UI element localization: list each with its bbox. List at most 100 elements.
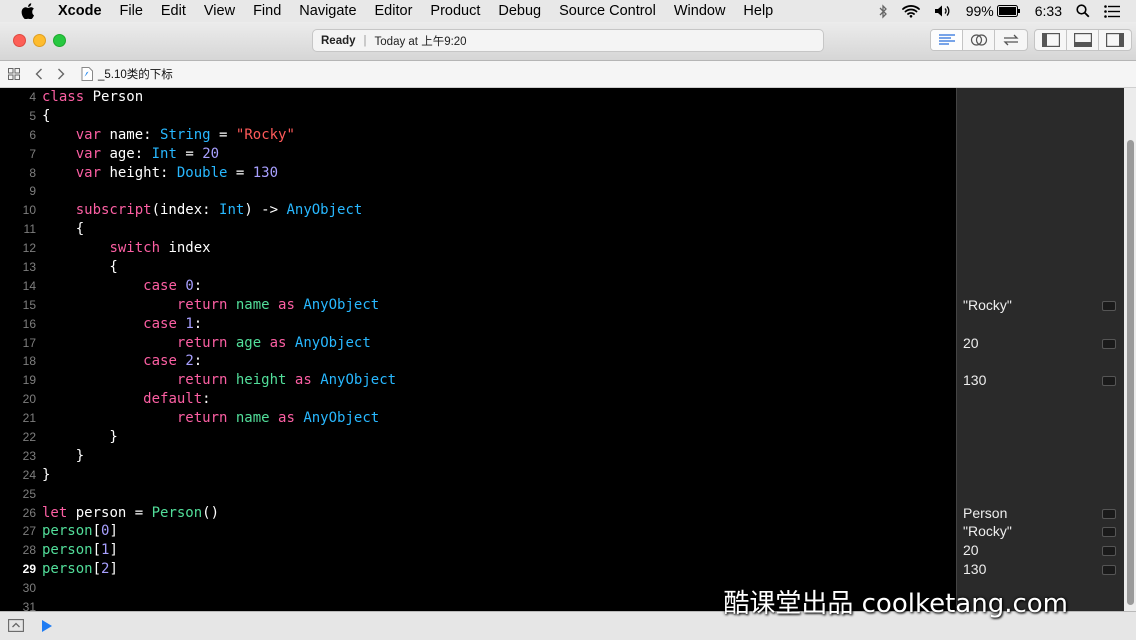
- menu-editor[interactable]: Editor: [366, 3, 422, 19]
- result-value[interactable]: 20: [963, 542, 979, 558]
- menu-debug[interactable]: Debug: [489, 3, 550, 19]
- result-value[interactable]: 20: [963, 335, 979, 351]
- code-token: 2: [185, 353, 194, 370]
- back-chevron-icon[interactable]: [28, 61, 50, 88]
- result-value[interactable]: "Rocky": [963, 523, 1012, 539]
- show-result-icon[interactable]: [1102, 338, 1116, 349]
- line-number: 30: [22, 581, 36, 596]
- spotlight-search-icon[interactable]: [1076, 4, 1090, 18]
- result-row: "Rocky": [957, 296, 1124, 315]
- code-line[interactable]: [42, 182, 396, 201]
- version-editor-button[interactable]: [995, 30, 1027, 50]
- code-token: [: [92, 523, 102, 540]
- show-result-icon[interactable]: [1102, 300, 1116, 311]
- code-token: default: [143, 391, 203, 408]
- volume-icon[interactable]: [934, 4, 952, 18]
- show-result-icon[interactable]: [1102, 527, 1116, 538]
- menu-window[interactable]: Window: [665, 3, 735, 19]
- code-line[interactable]: person[1]: [42, 541, 396, 560]
- code-line[interactable]: return height as AnyObject: [42, 371, 396, 390]
- code-line[interactable]: switch index: [42, 239, 396, 258]
- wifi-icon[interactable]: [901, 4, 920, 18]
- line-number: 28: [22, 543, 36, 558]
- menu-source-control[interactable]: Source Control: [550, 3, 665, 19]
- code-token: age: [235, 334, 262, 351]
- playground-results-sidebar: "Rocky" 20 130 Person "Rocky" 20 130: [956, 88, 1124, 611]
- show-result-icon[interactable]: [1102, 565, 1116, 576]
- code-line[interactable]: }: [42, 466, 396, 485]
- menu-edit[interactable]: Edit: [152, 3, 195, 19]
- code-line[interactable]: [42, 485, 396, 504]
- code-line[interactable]: case 1:: [42, 315, 396, 334]
- scrollbar-thumb[interactable]: [1127, 140, 1134, 605]
- code-line[interactable]: person[2]: [42, 560, 396, 579]
- menu-help[interactable]: Help: [734, 3, 782, 19]
- result-value[interactable]: "Rocky": [963, 297, 1012, 313]
- code-line[interactable]: class Person: [42, 88, 396, 107]
- menu-view[interactable]: View: [195, 3, 244, 19]
- code-token: :: [202, 391, 211, 408]
- assistant-editor-button[interactable]: [963, 30, 995, 50]
- toggle-utilities-button[interactable]: [1099, 30, 1131, 50]
- minimize-window-button[interactable]: [33, 34, 46, 47]
- clock[interactable]: 6:33: [1035, 3, 1062, 19]
- notification-center-icon[interactable]: [1104, 4, 1120, 18]
- result-row: [957, 88, 1124, 107]
- result-value[interactable]: Person: [963, 505, 1007, 521]
- code-token: AnyObject: [286, 202, 363, 219]
- code-token: AnyObject: [294, 334, 371, 351]
- code-line[interactable]: {: [42, 220, 396, 239]
- code-token: var: [75, 126, 102, 143]
- menu-navigate[interactable]: Navigate: [290, 3, 365, 19]
- hide-debug-area-icon[interactable]: [8, 619, 24, 637]
- result-value[interactable]: 130: [963, 372, 986, 388]
- code-area[interactable]: class Person{ var name: String = "Rocky"…: [42, 88, 396, 611]
- code-line[interactable]: return name as AnyObject: [42, 296, 396, 315]
- code-line[interactable]: return name as AnyObject: [42, 409, 396, 428]
- standard-editor-button[interactable]: [931, 30, 963, 50]
- code-line[interactable]: {: [42, 107, 396, 126]
- apple-icon[interactable]: [21, 3, 35, 19]
- code-token: 0: [185, 277, 194, 294]
- code-line[interactable]: var age: Int = 20: [42, 145, 396, 164]
- close-window-button[interactable]: [13, 34, 26, 47]
- battery-status[interactable]: 99%: [966, 3, 1021, 19]
- toggle-debug-area-button[interactable]: [1067, 30, 1099, 50]
- result-value[interactable]: 130: [963, 561, 986, 577]
- related-items-icon[interactable]: [0, 61, 28, 88]
- menu-find[interactable]: Find: [244, 3, 290, 19]
- code-line[interactable]: subscript(index: Int) -> AnyObject: [42, 201, 396, 220]
- code-line[interactable]: case 0:: [42, 277, 396, 296]
- code-line[interactable]: person[0]: [42, 522, 396, 541]
- code-line[interactable]: }: [42, 447, 396, 466]
- menu-product[interactable]: Product: [421, 3, 489, 19]
- code-line[interactable]: {: [42, 258, 396, 277]
- bluetooth-icon[interactable]: [878, 3, 888, 19]
- forward-chevron-icon[interactable]: [50, 61, 72, 88]
- code-line[interactable]: }: [42, 428, 396, 447]
- toggle-navigator-button[interactable]: [1035, 30, 1067, 50]
- code-token: :: [193, 353, 203, 370]
- source-editor[interactable]: 4 5 6 7 8 9 10 11 12 13 14 15 16 17 18 19 20 21 22 23 24 25 26…: [0, 88, 956, 611]
- run-playground-icon[interactable]: [41, 619, 53, 638]
- menu-file[interactable]: File: [111, 3, 152, 19]
- code-line[interactable]: var height: Double = 130: [42, 164, 396, 183]
- watermark-text: 酷课堂出品 coolketang.com: [723, 589, 1068, 619]
- show-result-icon[interactable]: [1102, 376, 1116, 387]
- show-result-icon[interactable]: [1102, 546, 1116, 557]
- menu-app-name[interactable]: Xcode: [49, 3, 111, 19]
- code-line[interactable]: case 2:: [42, 352, 396, 371]
- code-line[interactable]: let person = Person(): [42, 504, 396, 523]
- code-line[interactable]: [42, 598, 396, 611]
- code-line[interactable]: default:: [42, 390, 396, 409]
- code-line[interactable]: return age as AnyObject: [42, 334, 396, 353]
- zoom-window-button[interactable]: [53, 34, 66, 47]
- code-line[interactable]: var name: String = "Rocky": [42, 126, 396, 145]
- editor-scrollbar[interactable]: [1124, 88, 1136, 611]
- show-result-icon[interactable]: [1102, 508, 1116, 519]
- code-line[interactable]: [42, 579, 396, 598]
- breadcrumb-filename[interactable]: _5.10类的下标: [98, 66, 173, 82]
